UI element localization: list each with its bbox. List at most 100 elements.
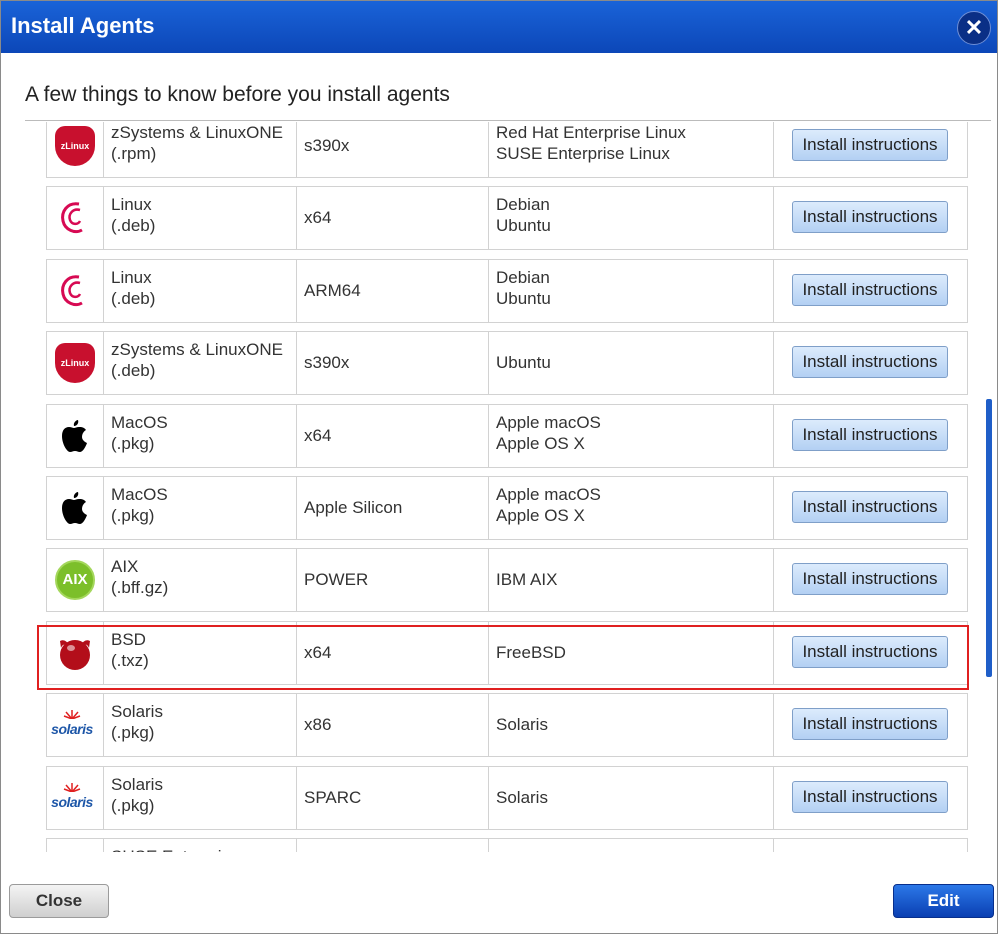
os-names: Apple macOS Apple OS X: [496, 412, 601, 454]
zlinux-icon: zLinux: [55, 343, 95, 384]
close-icon[interactable]: ✕: [957, 11, 991, 45]
dialog-titlebar: Install Agents ✕: [1, 1, 997, 53]
agent-name: MacOS: [111, 412, 168, 432]
package-type: (.deb): [111, 361, 156, 381]
package-type: (.pkg): [111, 795, 155, 815]
package-type: (.pkg): [111, 723, 155, 743]
os-name: Apple macOS: [496, 412, 601, 432]
icon-cell: solaris: [47, 694, 104, 757]
agent-name: BSD: [111, 629, 146, 649]
name-cell: Solaris (.pkg): [104, 766, 297, 829]
agent-name: SUSE Enterprise: [111, 847, 240, 852]
os-cell: Red Hat Enterprise Linux SUSE Enterprise …: [489, 122, 774, 177]
agent-name: AIX: [111, 557, 139, 577]
scrollbar-thumb[interactable]: [986, 399, 992, 677]
os-cell: Apple macOS Apple OS X: [489, 404, 774, 467]
os-cell: [489, 838, 774, 852]
action-cell: Install instructions: [774, 260, 969, 322]
install-instructions-button[interactable]: Install instructions: [792, 780, 948, 813]
package-type: (.deb): [111, 216, 156, 236]
install-instructions-button[interactable]: Install instructions: [792, 635, 948, 668]
install-instructions-button[interactable]: Install instructions: [792, 418, 948, 451]
architecture: s390x: [304, 353, 350, 373]
intro-heading: A few things to know before you install …: [25, 83, 450, 106]
architecture: ARM64: [304, 280, 361, 300]
architecture: s390x: [304, 136, 350, 155]
agents-list-viewport[interactable]: zLinux zSystems & LinuxONE (.rpm) s390x Red …: [1, 122, 997, 852]
icon-cell: [47, 259, 104, 322]
icon-cell: zLinux: [47, 332, 104, 395]
name-cell: BSD (.txz): [104, 621, 297, 684]
install-instructions-button[interactable]: Install instructions: [792, 346, 948, 379]
os-cell: Apple macOS Apple OS X: [489, 476, 774, 539]
name-cell: Solaris (.pkg): [104, 694, 297, 757]
name-cell: Linux (.deb): [104, 259, 297, 322]
os-cell: Debian Ubuntu: [489, 259, 774, 322]
icon-cell: solaris: [47, 766, 104, 829]
action-cell: Install instructions: [774, 477, 969, 539]
icon-cell: [47, 476, 104, 539]
arch-cell: x64: [297, 404, 489, 467]
agent-row: MacOS (.pkg) Apple Silicon Apple macOS Apple…: [46, 475, 969, 540]
arch-cell: POWER: [297, 549, 489, 612]
architecture: x86: [304, 715, 332, 735]
dialog-title: Install Agents: [11, 13, 155, 38]
install-instructions-button[interactable]: Install instructions: [792, 563, 948, 596]
os-names: Apple macOS Apple OS X: [496, 484, 601, 526]
os-name: Debian: [496, 267, 550, 287]
install-instructions-button[interactable]: Install instructions: [792, 201, 948, 234]
arch-cell: x64: [297, 621, 489, 684]
arch-cell: s390x: [297, 332, 489, 395]
divider: [25, 120, 991, 121]
install-instructions-button[interactable]: Install instructions: [792, 129, 948, 161]
os-name: Solaris: [496, 787, 548, 807]
agent-row: solaris Solaris (.pkg) x86 Solaris Install in…: [46, 693, 968, 758]
agent-name: MacOS: [111, 484, 168, 504]
solaris-icon: solaris: [49, 703, 95, 747]
os-name: SUSE Enterprise Linux: [496, 144, 670, 163]
os-names: Debian Ubuntu: [496, 267, 551, 309]
aix-icon: AIX: [55, 560, 95, 601]
install-instructions-button[interactable]: Install instructions: [792, 273, 948, 306]
agent-row: zLinux zSystems & LinuxONE (.rpm) s390x Red …: [46, 122, 968, 178]
architecture: x64: [304, 425, 332, 445]
agent-row: Linux (.deb) x64 Debian Ubuntu Install instru…: [46, 186, 969, 251]
os-cell: Debian Ubuntu: [489, 187, 774, 250]
os-name: IBM AIX: [496, 570, 558, 590]
architecture: Apple Silicon: [304, 497, 403, 517]
action-cell: Install instructions: [774, 405, 969, 467]
install-instructions-button[interactable]: Install instructions: [792, 490, 948, 523]
architecture: POWER: [304, 570, 369, 590]
agent-row: Linux (.deb) ARM64 Debian Ubuntu Install inst…: [46, 258, 969, 323]
name-cell: zSystems & LinuxONE (.rpm): [104, 122, 297, 177]
os-cell: IBM AIX: [489, 549, 774, 612]
zlinux-icon: zLinux: [55, 126, 95, 166]
action-cell: Install instructions: [774, 549, 969, 611]
os-name: Red Hat Enterprise Linux: [496, 123, 686, 142]
name-cell: zSystems & LinuxONE (.deb): [104, 332, 297, 395]
agent-name: zSystems & LinuxONE: [111, 340, 283, 360]
freebsd-icon: [53, 631, 97, 680]
install-instructions-button[interactable]: Install instructions: [792, 708, 948, 741]
icon-cell: [47, 621, 104, 684]
action-cell: Install instructions: [774, 187, 969, 249]
os-cell: Ubuntu: [489, 332, 774, 395]
name-cell: AIX (.bff.gz): [104, 549, 297, 612]
name-cell: Linux (.deb): [104, 187, 297, 250]
package-type: (.deb): [111, 288, 156, 308]
solaris-icon: solaris: [49, 776, 95, 820]
architecture: SPARC: [304, 787, 362, 807]
edit-button[interactable]: Edit: [893, 884, 994, 918]
arch-cell: SPARC: [297, 766, 489, 829]
os-names: Debian Ubuntu: [496, 194, 551, 236]
name-cell: SUSE Enterprise: [104, 838, 297, 852]
close-button[interactable]: Close: [9, 884, 109, 918]
arch-cell: [297, 838, 489, 852]
os-cell: Solaris: [489, 694, 774, 757]
debian-icon: [53, 196, 97, 245]
package-type: (.pkg): [111, 433, 155, 453]
package-type: (.rpm): [111, 144, 157, 163]
suse-icon: [53, 848, 97, 852]
arch-cell: Apple Silicon: [297, 476, 489, 539]
debian-icon: [53, 269, 97, 318]
